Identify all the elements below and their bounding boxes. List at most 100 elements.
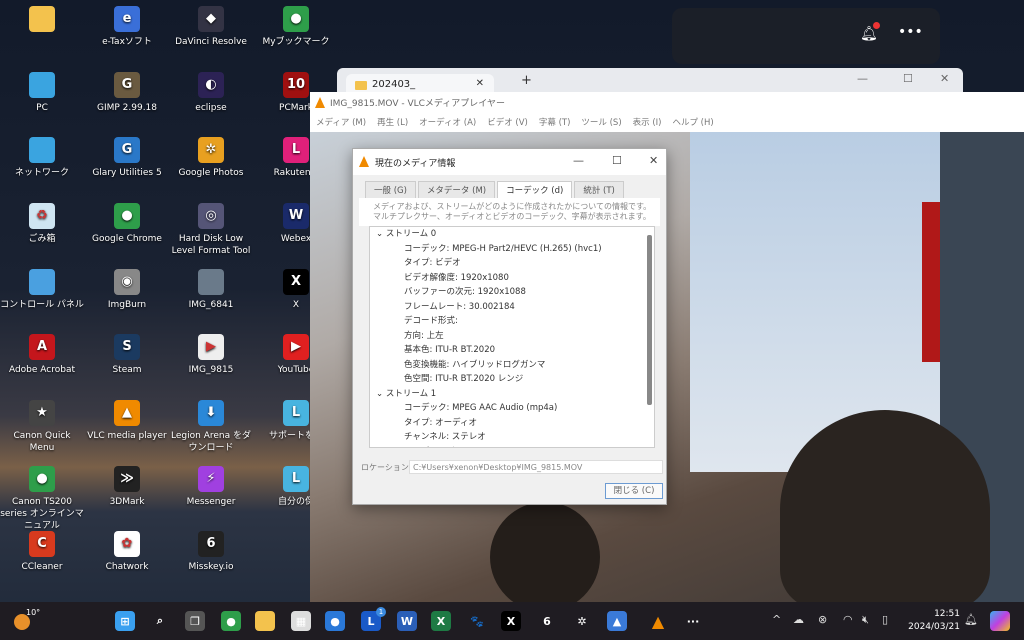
desktop-icon[interactable]: e e-Taxソフト: [85, 6, 169, 48]
app-icon: ⚡: [198, 466, 224, 492]
menu-item[interactable]: オーディオ (A): [419, 116, 476, 132]
scrollbar[interactable]: [647, 235, 652, 405]
desktop-icon[interactable]: ✲ Google Photos: [169, 137, 253, 179]
close-tab-button[interactable]: ✕: [476, 78, 484, 89]
taskbar-excel-icon[interactable]: X: [431, 611, 451, 631]
copilot-icon[interactable]: [990, 611, 1010, 631]
desktop-icon[interactable]: ネットワーク: [0, 137, 84, 179]
tab[interactable]: メタデータ (M): [417, 181, 496, 198]
taskbar-x-icon[interactable]: X: [501, 611, 521, 631]
maximize-button[interactable]: ☐: [612, 154, 622, 167]
stream-node[interactable]: ⌄ ストリーム 1: [370, 387, 654, 402]
desktop-icon[interactable]: [0, 6, 84, 36]
close-button[interactable]: ✕: [940, 72, 949, 85]
taskbar-gimp-icon[interactable]: 🐾: [467, 611, 487, 631]
app-icon: ◉: [114, 269, 140, 295]
app-icon: ✿: [114, 531, 140, 557]
desktop-icon[interactable]: PC: [0, 72, 84, 114]
stream-property: 色変換機能: ハイブリッドログガンマ: [404, 359, 546, 370]
speaker-muted-icon[interactable]: 🔇︎: [862, 613, 869, 627]
taskbar-store-icon[interactable]: ▦: [291, 611, 311, 631]
menu-item[interactable]: 再生 (L): [377, 116, 408, 132]
chevron-up-icon[interactable]: ^: [772, 613, 781, 626]
stream-property: 方向: 上左: [404, 330, 444, 341]
desktop-icon[interactable]: ⚡ Messenger: [169, 466, 253, 508]
desktop-icon[interactable]: ▲ VLC media player: [85, 400, 169, 442]
desktop-icon[interactable]: ★ Canon Quick Menu: [0, 400, 84, 454]
app-icon: ★: [29, 400, 55, 426]
menu-item[interactable]: ツール (S): [581, 116, 621, 132]
desktop-icon[interactable]: G GIMP 2.99.18: [85, 72, 169, 114]
taskbar-start-icon[interactable]: ⊞: [115, 611, 135, 631]
stream-property: コーデック: MPEG AAC Audio (mp4a): [404, 403, 558, 413]
stream-property: ビデオ解像度: 1920x1080: [404, 272, 509, 283]
maximize-button[interactable]: ☐: [903, 72, 913, 85]
app-icon: ▲: [114, 400, 140, 426]
taskbar-chrome-icon[interactable]: ●: [221, 611, 241, 631]
taskbar-app-icon[interactable]: ●: [325, 611, 345, 631]
desktop-icon[interactable]: ◉ ImgBurn: [85, 269, 169, 311]
battery-icon[interactable]: ▯: [882, 613, 888, 626]
desktop-icon[interactable]: S Steam: [85, 334, 169, 376]
icon-label: ImgBurn: [107, 300, 147, 310]
menu-item[interactable]: ヘルプ (H): [672, 116, 713, 132]
clock[interactable]: 12:51 2024/03/21: [906, 608, 960, 634]
tab[interactable]: コーデック (d): [497, 181, 573, 198]
close-dialog-button[interactable]: 閉じる (C): [605, 483, 663, 499]
taskbar-task-view-icon[interactable]: ❐: [185, 611, 205, 631]
desktop-icon[interactable]: A Adobe Acrobat: [0, 334, 84, 376]
minimize-button[interactable]: —: [573, 154, 584, 167]
x-tray-icon[interactable]: ⊗: [818, 613, 827, 626]
wifi-icon[interactable]: ◠: [843, 613, 853, 626]
desktop-icon[interactable]: ⬇ Legion Arena をダウンロード: [169, 400, 253, 454]
chevron-down-icon[interactable]: ⌄: [376, 229, 386, 239]
desktop-icon[interactable]: ◎ Hard Disk Low Level Format Tool: [169, 203, 253, 257]
media-info-dialog[interactable]: 現在のメディア情報 — ☐ ✕ 一般 (G) メタデータ (M) コーデック (d)…: [352, 148, 667, 505]
app-icon: A: [29, 334, 55, 360]
desktop-icon[interactable]: C CCleaner: [0, 531, 84, 573]
taskbar-photos-icon[interactable]: ✲: [572, 611, 592, 631]
icon-label: VLC media player: [87, 431, 167, 441]
cloud-icon[interactable]: ☁: [793, 613, 804, 626]
desktop-icon[interactable]: ● Myブックマーク: [254, 6, 338, 48]
stream-property: 基本色: ITU-R BT.2020: [404, 345, 496, 355]
taskbar-vlc-icon[interactable]: ▲: [648, 611, 668, 631]
menu-item[interactable]: 表示 (I): [633, 116, 662, 132]
more-button[interactable]: •••: [898, 24, 923, 40]
close-button[interactable]: ✕: [649, 154, 658, 167]
desktop-icon[interactable]: ♻ ごみ箱: [0, 203, 84, 245]
app-icon: ⬇: [198, 400, 224, 426]
desktop-icon[interactable]: ◆ DaVinci Resolve: [169, 6, 253, 48]
location-field[interactable]: C:¥Users¥xenon¥Desktop¥IMG_9815.MOV: [409, 460, 663, 474]
menu-item[interactable]: 字幕 (T): [539, 116, 571, 132]
desktop-icon[interactable]: ✿ Chatwork: [85, 531, 169, 573]
menu-item[interactable]: メディア (M): [316, 116, 366, 132]
chevron-down-icon[interactable]: ⌄: [376, 389, 386, 399]
desktop-icon[interactable]: コントロール パネル: [0, 269, 84, 311]
taskbar-misskey-icon[interactable]: 6: [537, 611, 557, 631]
desktop-icon[interactable]: ◐ eclipse: [169, 72, 253, 114]
desktop-icon[interactable]: ● Google Chrome: [85, 203, 169, 245]
taskbar-photos-app-icon[interactable]: ▲: [607, 611, 627, 631]
stream-property: 色空間: ITU-R BT.2020 レンジ: [404, 374, 524, 384]
menu-item[interactable]: ビデオ (V): [487, 116, 528, 132]
minimize-button[interactable]: —: [857, 72, 868, 85]
desktop-icon[interactable]: 6 Misskey.io: [169, 531, 253, 573]
desktop-icon[interactable]: ● Canon TS200 series オンラインマニュアル: [0, 466, 84, 532]
codec-tree[interactable]: ⌄ ストリーム 0 コーデック: MPEG-H Part2/HEVC (H.265…: [369, 226, 655, 448]
taskbar-word-icon[interactable]: W: [397, 611, 417, 631]
new-tab-button[interactable]: +: [521, 73, 532, 88]
taskbar-more-icon[interactable]: ···: [683, 611, 703, 631]
bell-icon[interactable]: 🔔︎: [964, 613, 978, 626]
tab[interactable]: 一般 (G): [365, 181, 416, 198]
app-icon: e: [114, 6, 140, 32]
app-icon: [198, 269, 224, 295]
taskbar-search-icon[interactable]: ⌕: [150, 611, 170, 631]
desktop-icon[interactable]: IMG_6841: [169, 269, 253, 311]
desktop-icon[interactable]: ▶ IMG_9815: [169, 334, 253, 376]
tab[interactable]: 統計 (T): [574, 181, 624, 198]
stream-node[interactable]: ⌄ ストリーム 0: [370, 227, 654, 242]
desktop-icon[interactable]: G Glary Utilities 5: [85, 137, 169, 179]
desktop-icon[interactable]: ≫ 3DMark: [85, 466, 169, 508]
taskbar-explorer-icon[interactable]: [255, 611, 275, 631]
